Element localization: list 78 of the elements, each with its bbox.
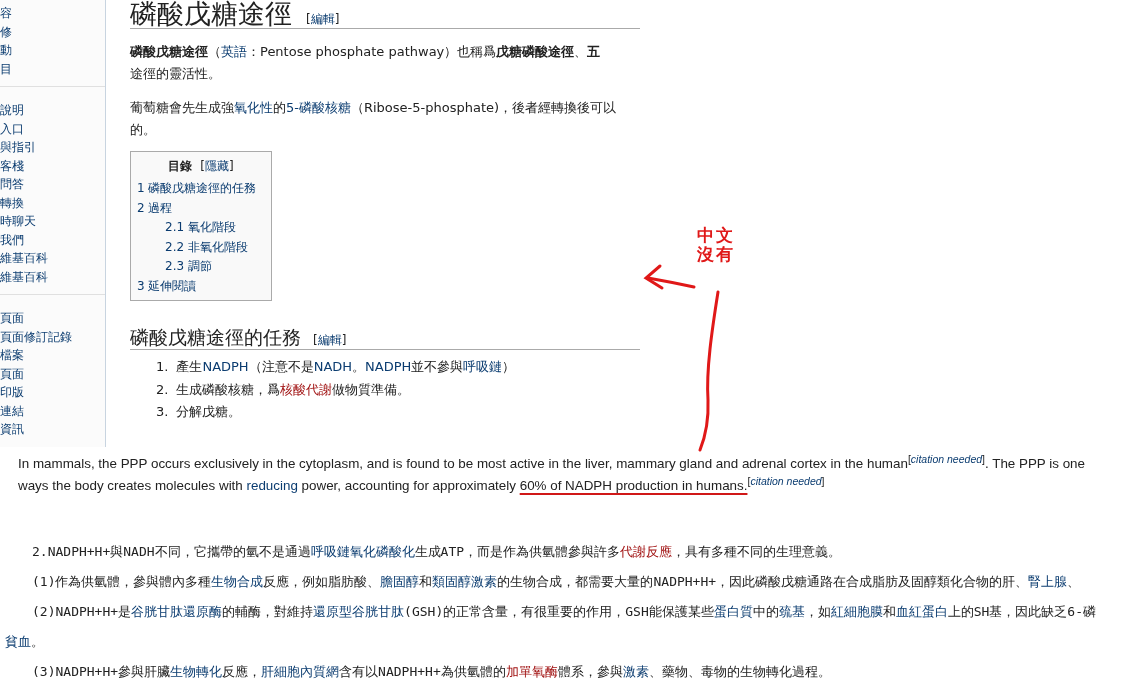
list-number: 1. [156, 358, 169, 376]
link[interactable]: 紅細胞膜 [830, 604, 883, 619]
sidebar-link[interactable]: 維基百科 [0, 249, 105, 268]
link[interactable]: 生物轉化 [170, 664, 223, 679]
sidebar-link[interactable]: 與指引 [0, 138, 105, 157]
sidebar-link[interactable]: 頁面修訂記錄 [0, 327, 105, 346]
sidebar-link[interactable]: 資訊 [0, 420, 105, 439]
handwritten-note: 中文 沒有 [697, 226, 735, 264]
list-number: 2. [156, 380, 169, 399]
sidebar-link[interactable]: 修 [0, 22, 105, 41]
sidebar-link[interactable]: 維基百科 [0, 267, 105, 286]
link[interactable]: 谷胱甘肽還原酶 [131, 604, 223, 619]
link[interactable]: 5-磷酸核糖 [286, 100, 351, 115]
toc-link[interactable]: 1 磷酸戊糖途徑的任務 [137, 179, 265, 199]
sidebar-link[interactable]: 客棧 [0, 156, 105, 175]
paragraph: (2)NADPH+H+是谷胱甘肽還原酶的輔酶，對維持還原型谷胱甘肽(GSH)的正常含量，有很重要的作用，GSH能保護某些蛋白質中的巯基，如紅細胞膜和血紅蛋白上的SH基，因此缺乏6-磷 [31, 603, 1098, 621]
edit-section: [編輯] [306, 11, 340, 28]
link[interactable]: 呼吸鏈 [463, 359, 503, 374]
sidebar-link[interactable]: 頁面 [0, 309, 105, 328]
link[interactable]: 呼吸鏈氧化磷酸化 [310, 544, 415, 559]
list-item: 生成磷酸核糖，爲核酸代謝做物質準備。 [176, 380, 411, 399]
sidebar-link[interactable]: 轉換 [0, 193, 105, 212]
link[interactable]: 激素 [622, 664, 649, 679]
paragraph: 2.NADPH+H+與NADH不同，它攜帶的氫不是通過呼吸鏈氧化磷酸化生成ATP，而是作為供氫體參與許多代謝反應，具有多種不同的生理意義。 [31, 543, 843, 561]
toc-link[interactable]: 2.3 調節 [137, 257, 265, 277]
link[interactable]: 加單氧酶 [505, 664, 558, 679]
sidebar-link[interactable]: 檔案 [0, 346, 105, 365]
toc-link[interactable]: 3 延伸閱讀 [137, 276, 265, 296]
link[interactable]: citation needed [750, 474, 822, 487]
arrow-drawing [643, 264, 696, 290]
link[interactable]: 英語 [221, 44, 247, 59]
toc-title: 目錄 [168, 158, 193, 175]
sidebar-link[interactable]: 問答 [0, 175, 105, 194]
paragraph: (1)作為供氫體，參與體內多種生物合成反應，例如脂肪酸、膽固醇和類固醇激素的生物合成，都需要大量的NADPH+H+，因此磷酸戊糖通路在合成脂肪及固醇類化合物的肝、腎上腺、 [31, 573, 1082, 591]
link[interactable]: NADH [313, 359, 353, 374]
link[interactable]: NADPH [365, 359, 412, 374]
sidebar-link[interactable]: 頁面 [0, 364, 105, 383]
link[interactable]: 蛋白質 [713, 604, 753, 619]
sidebar-link[interactable]: 時聊天 [0, 212, 105, 231]
link[interactable]: 血紅蛋白 [895, 604, 948, 619]
sidebar-link[interactable]: 入口 [0, 119, 105, 138]
link[interactable]: 巯基 [778, 604, 805, 619]
list-item: 分解戊糖。 [176, 403, 242, 421]
paragraph: 磷酸戊糖途徑（英語：Pentose phosphate pathway）也稱爲戊糖磷酸途徑、五 途徑的靈活性。 [130, 43, 602, 83]
link[interactable]: 貧血 [5, 634, 31, 649]
link[interactable]: 隱藏 [205, 159, 229, 173]
link[interactable]: 類固醇激素 [432, 574, 498, 589]
link[interactable]: NADPH [202, 359, 249, 374]
paragraph: 貧血。 [4, 633, 45, 651]
sidebar-link[interactable]: 容 [0, 4, 105, 23]
link[interactable]: 核酸代謝 [280, 381, 333, 397]
toc-toggle: [隱藏] [200, 158, 234, 175]
sidebar-link[interactable]: 連結 [0, 401, 105, 420]
list-item: 產生NADPH（注意不是NADH。NADPH並不參與呼吸鏈） [176, 358, 516, 376]
link[interactable]: reducing [246, 478, 298, 493]
sidebar-link[interactable]: 說明 [0, 101, 105, 120]
link[interactable]: 編輯 [310, 12, 335, 26]
sidebar-link[interactable]: 我們 [0, 230, 105, 249]
section-heading: 磷酸戊糖途徑的任務 [130, 325, 301, 349]
link[interactable]: 膽固醇 [380, 574, 420, 589]
paragraph: 葡萄糖會先生成強氧化性的5-磷酸核糖（Ribose-5-phosphate)，後者經轉換後可以 的。 [130, 99, 618, 139]
link[interactable]: 腎上腺 [1028, 574, 1068, 589]
link[interactable]: 肝細胞內質網 [261, 664, 340, 679]
link[interactable]: 還原型谷胱甘肽 [313, 604, 405, 619]
link[interactable]: 代謝反應 [620, 544, 673, 559]
link[interactable]: 生物合成 [211, 574, 264, 589]
list-number: 3. [156, 403, 169, 421]
sidebar-link[interactable]: 印版 [0, 383, 105, 402]
toc-link[interactable]: 2 過程 [137, 198, 265, 218]
sidebar-link[interactable]: 目 [0, 59, 105, 78]
paragraph: (3)NADPH+H+參與肝臟生物轉化反應，肝細胞內質網含有以NADPH+H+為供氫體的加單氧酶體系，參與激素、藥物、毒物的生物轉化過程。 [31, 663, 832, 681]
toc-link[interactable]: 2.1 氧化階段 [137, 218, 265, 238]
toc-link[interactable]: 2.2 非氧化階段 [137, 237, 265, 257]
edit-section: [編輯] [313, 332, 347, 349]
link[interactable]: 氧化性 [234, 100, 273, 115]
link[interactable]: 編輯 [317, 333, 342, 347]
page-title: 磷酸戊糖途徑 [130, 0, 292, 27]
sidebar-link[interactable]: 動 [0, 41, 105, 60]
